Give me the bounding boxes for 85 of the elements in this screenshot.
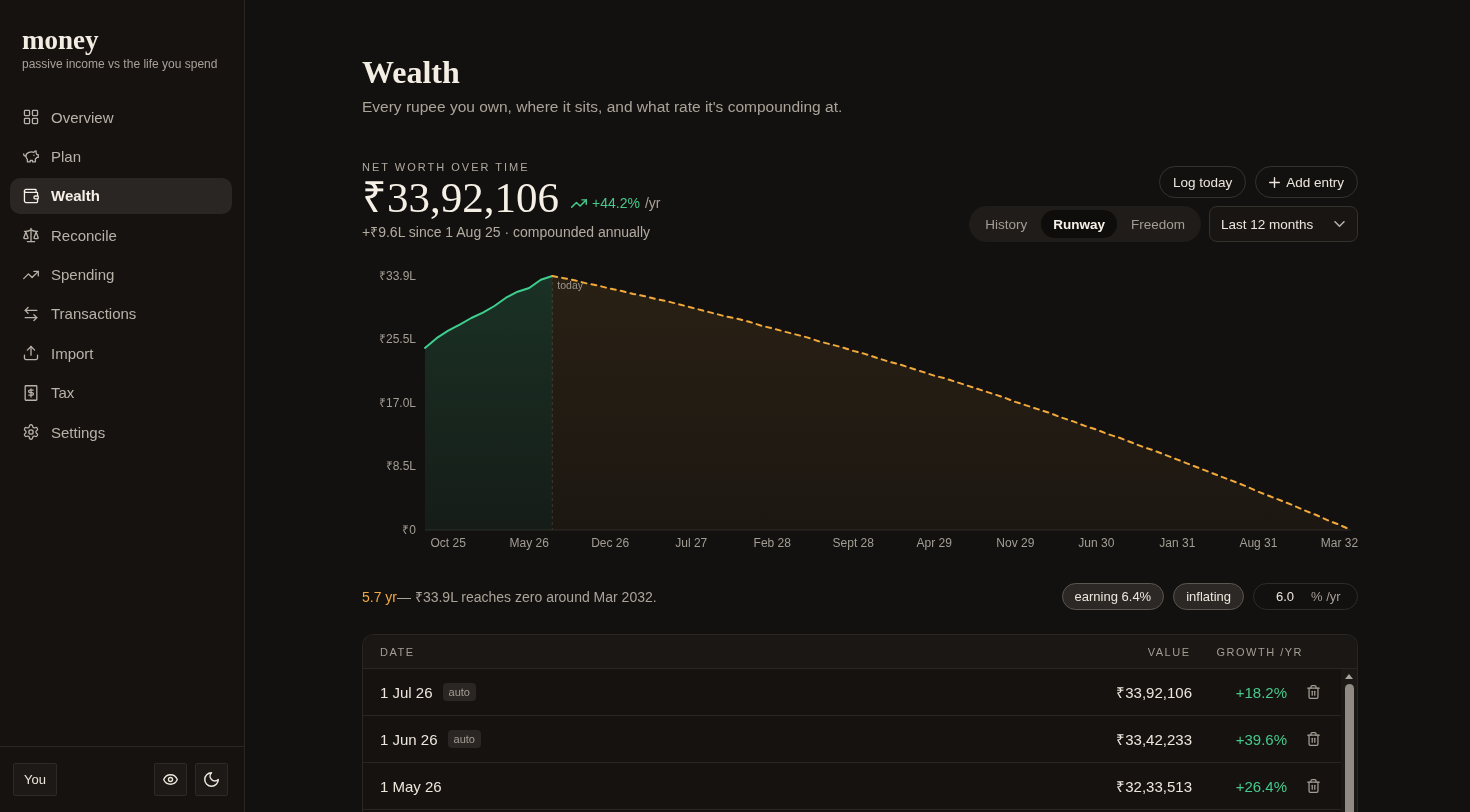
x-axis-label: Feb 28 <box>753 536 791 550</box>
upload-icon <box>23 345 39 362</box>
column-header: GROWTH /YR <box>1216 645 1303 658</box>
rate-chip[interactable]: earning 6.4% <box>1061 582 1165 610</box>
trash-icon <box>1306 685 1320 699</box>
scroll-up-arrow-icon[interactable] <box>1345 674 1353 679</box>
y-axis-label: ₹17.0L <box>378 395 416 410</box>
nav-item[interactable]: Import <box>10 335 232 372</box>
nav-item[interactable]: Plan <box>10 138 232 175</box>
theme-toggle-button[interactable] <box>195 763 228 796</box>
rate-input[interactable]: 6.0 <box>1258 588 1294 604</box>
entry-growth: +26.4% <box>1234 777 1288 795</box>
scrollbar-thumb[interactable] <box>1344 684 1354 812</box>
x-axis-label: Jun 30 <box>1078 536 1115 550</box>
swap-arrows-icon <box>23 305 39 322</box>
x-axis-label: Dec 26 <box>591 536 630 550</box>
wallet-icon <box>23 187 39 204</box>
x-axis-label: Jul 27 <box>675 536 708 550</box>
net-worth-change: +₹9.6L since 1 Aug 25 · compounded annually <box>362 223 652 242</box>
view-tab[interactable]: Runway <box>1041 210 1117 238</box>
visibility-toggle-button[interactable] <box>154 763 187 796</box>
entry-date: 1 May 26 <box>380 777 442 795</box>
entry-growth: +39.6% <box>1234 730 1288 748</box>
rate-chip[interactable]: inflating <box>1173 582 1244 610</box>
nav-item[interactable]: Wealth <box>10 177 232 214</box>
eye-icon <box>163 774 178 785</box>
today-label: today <box>557 279 583 291</box>
profile-button[interactable]: You <box>13 763 57 796</box>
nav-item[interactable]: Tax <box>10 374 232 411</box>
entry-tag: auto <box>442 683 476 701</box>
growth-rate: +44.2% <box>592 194 640 212</box>
entry-date: 1 Jun 26 <box>380 730 438 748</box>
entry-date: 1 Jul 26 <box>380 683 433 701</box>
nav-item[interactable]: Settings <box>10 414 232 451</box>
y-axis-label: ₹8.5L <box>385 459 416 474</box>
receipt-icon <box>23 384 39 401</box>
nav-item[interactable]: Transactions <box>10 295 232 332</box>
delete-button[interactable] <box>1306 731 1320 747</box>
x-axis-label: Sept 28 <box>832 536 874 550</box>
scale-icon <box>23 227 39 244</box>
page-title: Wealth <box>362 54 461 90</box>
x-axis-label: Mar 32 <box>1320 536 1358 550</box>
settings-icon <box>23 424 39 441</box>
rate-unit-label: % /yr <box>1311 588 1341 604</box>
y-axis-label: ₹0 <box>402 523 416 537</box>
x-axis-label: Jan 31 <box>1159 536 1196 550</box>
x-axis-label: Oct 25 <box>430 536 466 550</box>
grid-icon <box>23 109 39 125</box>
view-tab[interactable]: History <box>973 210 1040 238</box>
column-header: VALUE <box>1147 645 1191 658</box>
column-header: DATE <box>380 645 416 658</box>
x-axis-label: May 26 <box>509 536 549 550</box>
app-logo: money <box>22 25 100 55</box>
app-tagline: passive income vs the life you spend <box>22 56 219 72</box>
y-axis-label: ₹25.5L <box>378 331 416 346</box>
range-dropdown[interactable]: Last 12 months <box>1209 206 1358 242</box>
trend-up-icon <box>571 198 587 208</box>
moon-icon <box>204 772 219 787</box>
x-axis-label: Apr 29 <box>916 536 952 550</box>
x-axis-label: Aug 31 <box>1239 536 1278 550</box>
runway-years: 5.7 yr <box>362 588 397 605</box>
piggy-bank-icon <box>23 148 39 165</box>
x-axis-label: Nov 29 <box>996 536 1035 550</box>
net-worth-value: ₹33,92,106 <box>362 174 559 222</box>
trash-icon <box>1306 779 1320 793</box>
trash-icon <box>1306 732 1320 746</box>
view-tab[interactable]: Freedom <box>1118 210 1197 238</box>
entry-value: ₹32,33,513 <box>1115 777 1193 796</box>
entry-value: ₹33,92,106 <box>1115 683 1193 702</box>
entry-value: ₹33,42,233 <box>1115 730 1193 749</box>
entry-tag: auto <box>447 730 481 748</box>
delete-button[interactable] <box>1306 684 1320 700</box>
runway-summary: — ₹33.9L reaches zero around Mar 2032. <box>397 588 657 605</box>
plus-icon <box>1269 176 1281 188</box>
delete-button[interactable] <box>1306 778 1320 794</box>
scrollbar-track[interactable] <box>1341 669 1357 812</box>
page-subtitle: Every rupee you own, where it sits, and what rate it's compounding at. <box>362 97 844 117</box>
nav-item[interactable]: Reconcile <box>10 217 232 254</box>
chevron-down-icon <box>1334 221 1345 227</box>
nav-item[interactable]: Overview <box>10 99 232 135</box>
nav-item[interactable]: Spending <box>10 256 232 293</box>
section-label: NET WORTH OVER TIME <box>362 160 531 174</box>
growth-unit: /yr <box>644 194 661 212</box>
y-axis-label: ₹33.9L <box>378 269 416 283</box>
entry-growth: +18.2% <box>1234 683 1288 701</box>
